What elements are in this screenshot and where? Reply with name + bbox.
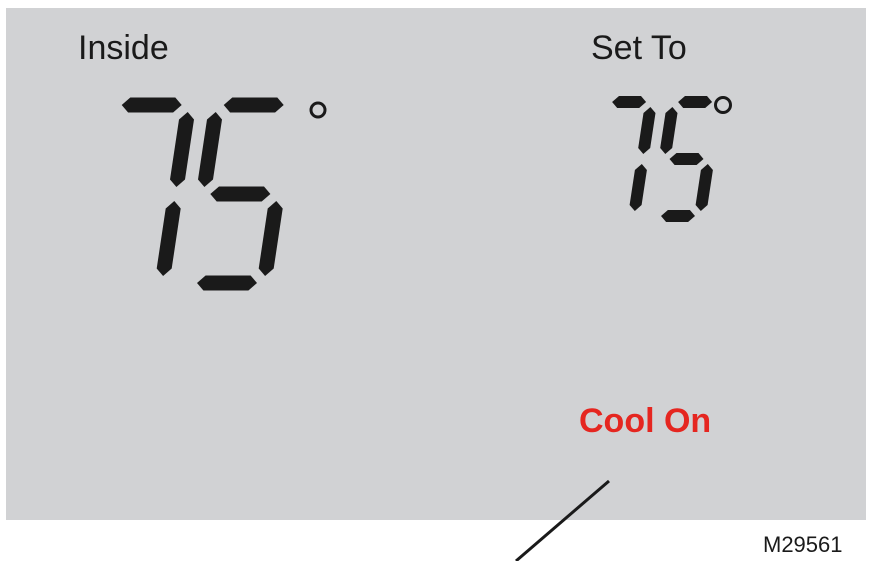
callout-leader-line <box>515 479 610 561</box>
figure-id: M29561 <box>763 532 843 557</box>
callout-overlay <box>515 479 610 561</box>
thermostat-diagram: Inside Set To Cool On M29561 <box>0 0 869 561</box>
